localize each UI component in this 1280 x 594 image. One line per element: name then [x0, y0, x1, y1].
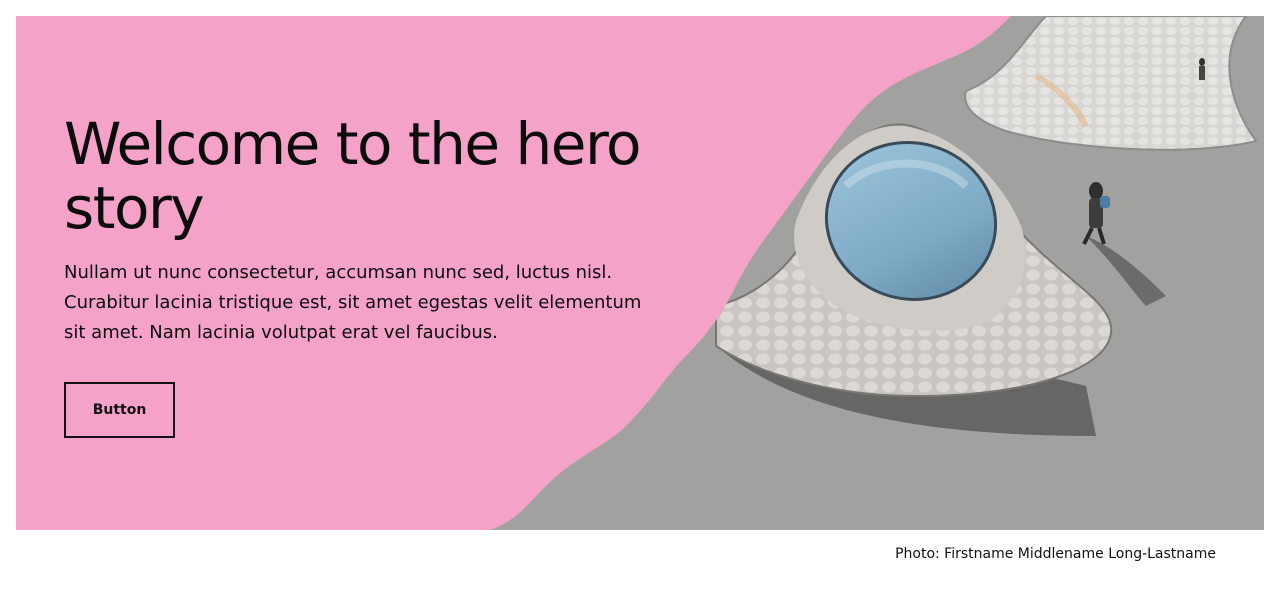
hero-title: Welcome to the hero story: [64, 110, 642, 242]
hero-content: Welcome to the hero story Nullam ut nunc…: [64, 112, 664, 438]
hero-section: Welcome to the hero story Nullam ut nunc…: [16, 16, 1264, 530]
page: Welcome to the hero story Nullam ut nunc…: [0, 0, 1280, 594]
hero-body-text: Nullam ut nunc consectetur, accumsan nun…: [64, 262, 642, 343]
hero-cta-button[interactable]: Button: [64, 382, 175, 438]
photo-caption: Photo: Firstname Middlename Long-Lastnam…: [895, 546, 1216, 562]
